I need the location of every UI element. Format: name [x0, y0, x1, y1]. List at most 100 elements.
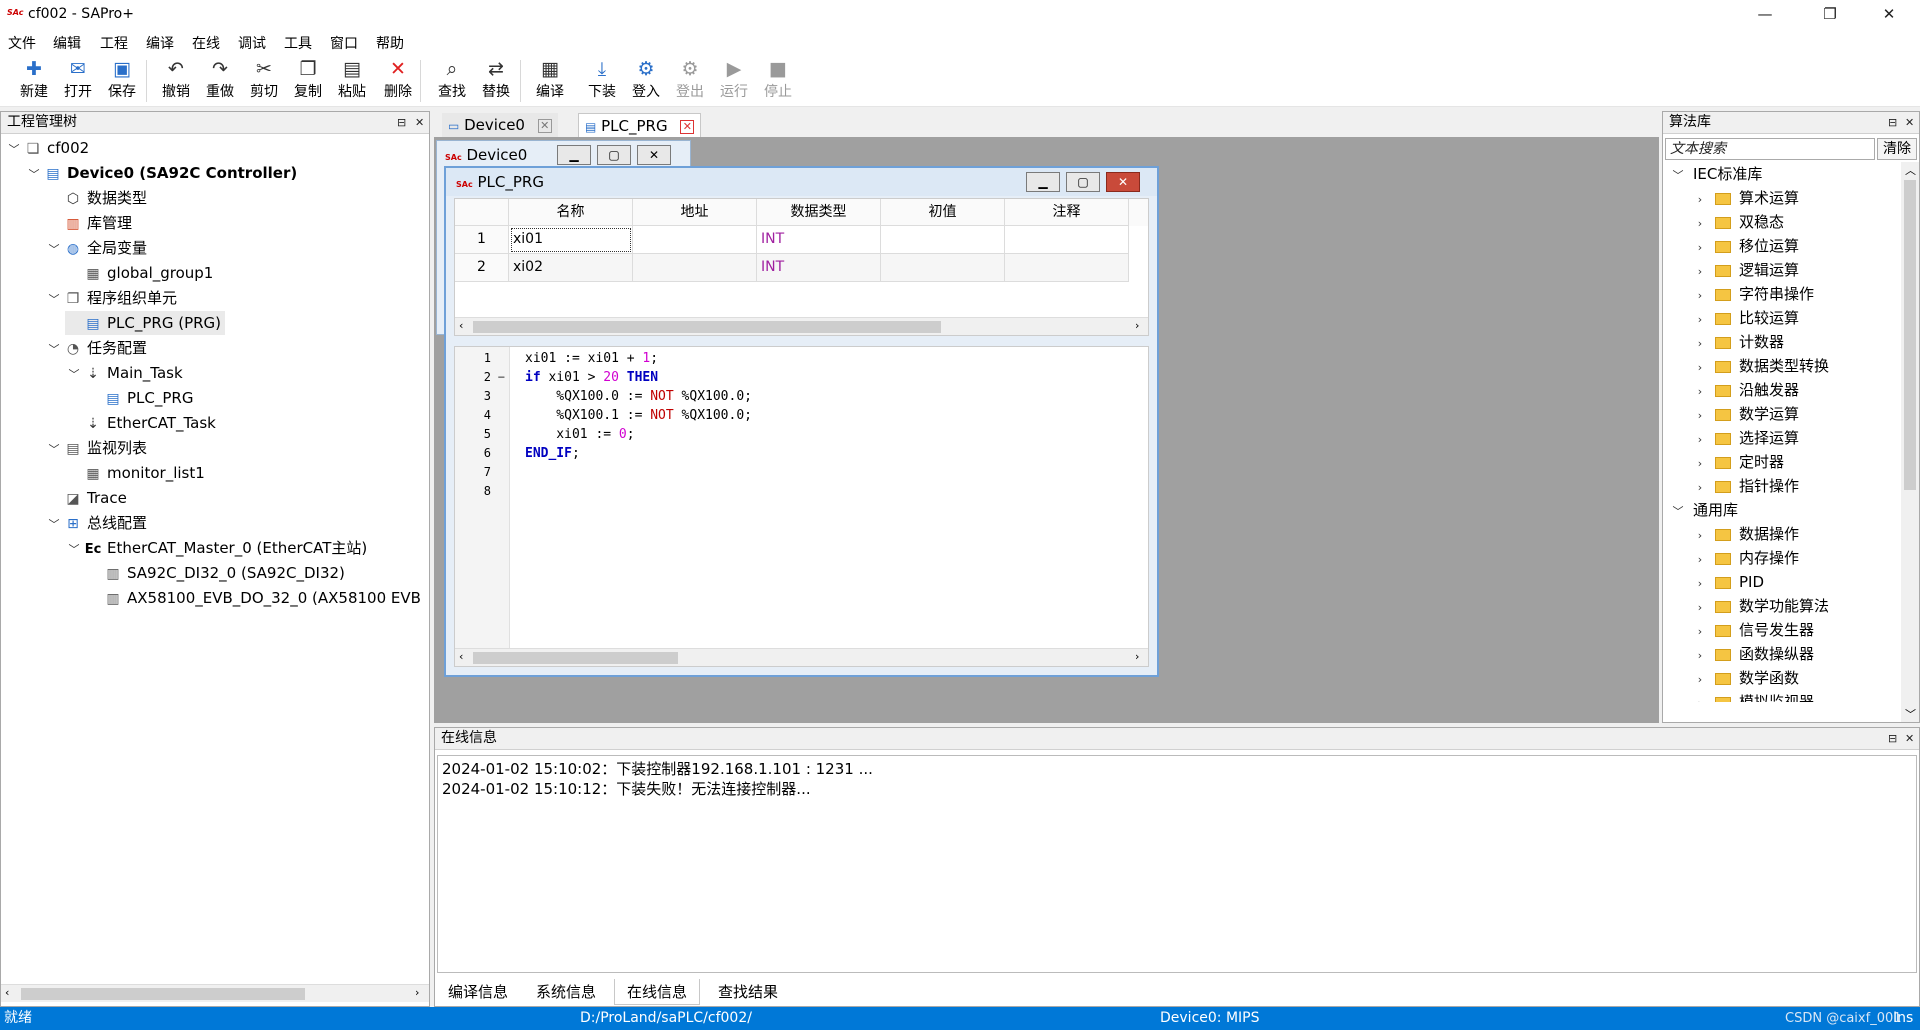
tree-item-4[interactable]: ▥ 库管理 — [45, 211, 132, 235]
cell-type[interactable]: INT — [757, 226, 881, 254]
table-horizontal-scrollbar[interactable]: ‹ › — [455, 317, 1148, 335]
tree-item-16[interactable]: ﹀ ⊞ 总线配置 — [45, 511, 148, 537]
editor-horizontal-scrollbar[interactable]: ‹ › — [455, 648, 1148, 666]
collapse-chevron-icon[interactable]: › — [1691, 620, 1709, 644]
scroll-thumb[interactable] — [473, 652, 678, 664]
library-item[interactable]: › 数据操作 — [1691, 522, 1799, 546]
download-button[interactable]: ⤓ 下装 — [580, 57, 624, 105]
minimize-icon[interactable]: — — [1742, 0, 1788, 30]
expand-chevron-icon[interactable]: ﹀ — [45, 288, 63, 312]
library-item[interactable]: › 信号发生器 — [1691, 618, 1814, 642]
cell-addr[interactable] — [633, 226, 757, 254]
undo-button[interactable]: ↶ 撤销 — [154, 57, 198, 105]
tree-item-18[interactable]: ▥ SA92C_DI32_0 (SA92C_DI32) — [85, 561, 345, 585]
paste-button[interactable]: ▤ 粘贴 — [330, 57, 374, 105]
plc-prg-window[interactable]: SAc PLC_PRG ▁ ▢ ✕ 名称 地址 数据类型 初值 注释 1 xi01 INT 2 x… — [444, 166, 1159, 677]
library-group[interactable]: ﹀ 通用库 — [1669, 498, 1739, 524]
replace-button[interactable]: ⇄ 替换 — [474, 57, 518, 105]
panel-close-icon[interactable]: ✕ — [415, 112, 424, 133]
library-item[interactable]: › 选择运算 — [1691, 426, 1799, 450]
minimize-icon[interactable]: ▁ — [1026, 172, 1060, 192]
collapse-chevron-icon[interactable]: › — [1691, 452, 1709, 476]
tree-item-9[interactable]: ﹀ ◔ 任务配置 — [45, 336, 148, 362]
library-vertical-scrollbar[interactable]: ︿ ﹀ — [1901, 162, 1919, 722]
library-item[interactable]: › 函数操纵器 — [1691, 642, 1814, 666]
collapse-chevron-icon[interactable]: › — [1691, 596, 1709, 620]
collapse-chevron-icon[interactable]: › — [1691, 332, 1709, 356]
new-file-button[interactable]: ✚ 新建 — [12, 57, 56, 105]
scroll-right-icon[interactable]: › — [415, 986, 419, 999]
collapse-chevron-icon[interactable]: › — [1691, 380, 1709, 404]
tab-device0[interactable]: ▭ Device0 ✕ — [442, 113, 558, 137]
library-item[interactable]: › 数学函数 — [1691, 666, 1799, 690]
collapse-chevron-icon[interactable]: › — [1691, 260, 1709, 284]
close-icon[interactable]: ✕ — [637, 145, 671, 165]
collapse-chevron-icon[interactable]: › — [1691, 548, 1709, 572]
column-header[interactable]: 注释 — [1005, 199, 1129, 226]
bottom-tab-4[interactable]: 查找结果 — [706, 979, 790, 1005]
tree-item-11[interactable]: ▤ PLC_PRG — [85, 386, 193, 410]
cell-type[interactable]: INT — [757, 254, 881, 282]
maximize-icon[interactable]: ❐ — [1807, 0, 1853, 30]
close-icon[interactable]: ✕ — [1106, 172, 1140, 192]
collapse-chevron-icon[interactable]: › — [1691, 644, 1709, 668]
close-icon[interactable]: ✕ — [1866, 0, 1912, 30]
cell-name[interactable]: xi02 — [509, 254, 633, 282]
library-item[interactable]: › 移位运算 — [1691, 234, 1799, 258]
tree-item-10[interactable]: ﹀ ⇣ Main_Task — [65, 361, 183, 385]
expand-chevron-icon[interactable]: ﹀ — [5, 138, 23, 162]
minimize-icon[interactable]: ▁ — [557, 145, 591, 165]
collapse-chevron-icon[interactable]: › — [1691, 692, 1709, 702]
tree-item-2[interactable]: ﹀ ▤ Device0 (SA92C Controller) — [25, 161, 298, 185]
collapse-chevron-icon[interactable]: › — [1691, 404, 1709, 428]
pin-icon[interactable]: ⊟ — [1888, 112, 1897, 133]
cell-init[interactable] — [881, 226, 1005, 254]
redo-button[interactable]: ↷ 重做 — [198, 57, 242, 105]
library-item[interactable]: › 内存操作 — [1691, 546, 1799, 570]
menu-item-4[interactable]: 编译 — [146, 33, 174, 53]
cell-comment[interactable] — [1005, 254, 1129, 282]
expand-chevron-icon[interactable]: ﹀ — [45, 238, 63, 262]
expand-chevron-icon[interactable]: ﹀ — [45, 338, 63, 362]
maximize-icon[interactable]: ▢ — [1066, 172, 1100, 192]
expand-chevron-icon[interactable]: ﹀ — [45, 438, 63, 462]
library-item[interactable]: › 计数器 — [1691, 330, 1784, 354]
library-item[interactable]: › 逻辑运算 — [1691, 258, 1799, 282]
tab-plc-prg[interactable]: ▤ PLC_PRG ✕ — [578, 113, 702, 137]
library-item[interactable]: › 定时器 — [1691, 450, 1784, 474]
tree-item-13[interactable]: ﹀ ▤ 监视列表 — [45, 436, 148, 462]
expand-chevron-icon[interactable]: ﹀ — [1669, 500, 1687, 524]
expand-chevron-icon[interactable]: ﹀ — [45, 513, 63, 537]
menu-item-6[interactable]: 调试 — [238, 33, 266, 53]
pin-icon[interactable]: ⊟ — [397, 112, 406, 133]
collapse-chevron-icon[interactable]: › — [1691, 668, 1709, 692]
library-item[interactable]: › 数据类型转换 — [1691, 354, 1829, 378]
bottom-tab-1[interactable]: 编译信息 — [436, 979, 520, 1005]
library-search-input[interactable]: 文本搜索 — [1665, 138, 1875, 160]
collapse-chevron-icon[interactable]: › — [1691, 308, 1709, 332]
library-item[interactable]: › 算术运算 — [1691, 186, 1799, 210]
menu-item-7[interactable]: 工具 — [284, 33, 312, 53]
expand-chevron-icon[interactable]: ﹀ — [1669, 164, 1687, 188]
library-group[interactable]: ﹀ IEC标准库 — [1669, 162, 1763, 188]
copy-button[interactable]: ❐ 复制 — [286, 57, 330, 105]
pin-icon[interactable]: ⊟ — [1888, 728, 1897, 749]
tab-close-icon[interactable]: ✕ — [537, 118, 552, 133]
cut-button[interactable]: ✂ 剪切 — [242, 57, 286, 105]
tree-horizontal-scrollbar[interactable]: ‹ › — [1, 984, 429, 1002]
menu-item-1[interactable]: 文件 — [8, 33, 36, 53]
column-header[interactable]: 数据类型 — [757, 199, 881, 226]
collapse-chevron-icon[interactable]: › — [1691, 284, 1709, 308]
scroll-up-icon[interactable]: ︿ — [1905, 162, 1916, 178]
collapse-chevron-icon[interactable]: › — [1691, 188, 1709, 212]
scroll-thumb[interactable] — [1904, 180, 1916, 490]
expand-chevron-icon[interactable]: ﹀ — [65, 538, 83, 562]
tree-item-1[interactable]: ﹀ ❏ cf002 — [5, 136, 90, 162]
scroll-thumb[interactable] — [473, 321, 941, 333]
tree-item-17[interactable]: ﹀ Ec EtherCAT_Master_0 (EtherCAT主站) — [65, 536, 368, 562]
tree-item-5[interactable]: ﹀ ◍ 全局变量 — [45, 236, 148, 262]
scroll-right-icon[interactable]: › — [1135, 650, 1139, 663]
scroll-down-icon[interactable]: ﹀ — [1905, 706, 1916, 722]
maximize-icon[interactable]: ▢ — [597, 145, 631, 165]
scroll-left-icon[interactable]: ‹ — [459, 650, 463, 663]
